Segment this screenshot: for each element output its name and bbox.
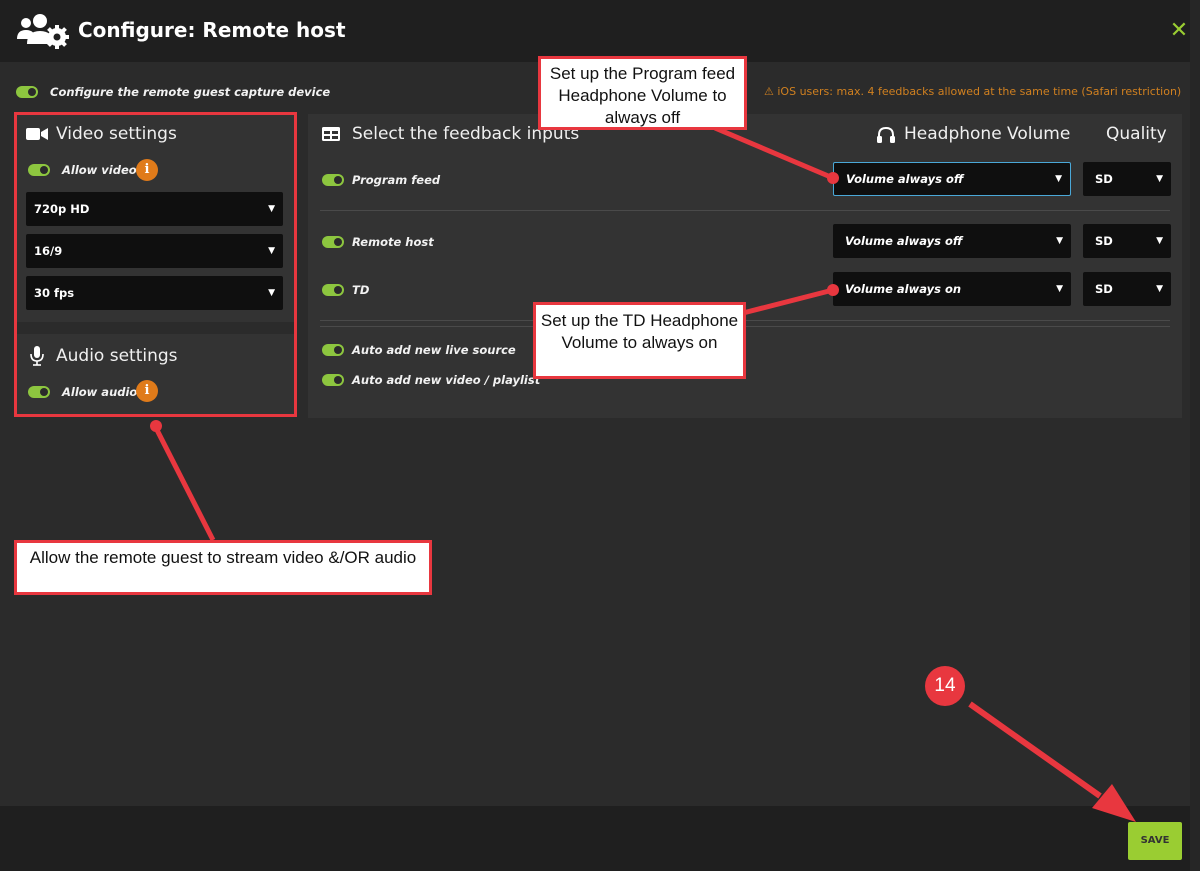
stream-callout: Allow the remote guest to stream video &…: [14, 540, 432, 595]
annotation-arrows: [150, 125, 1136, 822]
save-arrowhead: [1092, 784, 1136, 822]
step-number-badge: 14: [925, 666, 965, 706]
save-arrow-line: [968, 701, 1102, 799]
program-arrow-dot: [827, 172, 839, 184]
program-feed-callout: Set up the Program feed Headphone Volume…: [538, 56, 747, 130]
stream-arrow-dot: [150, 420, 162, 432]
td-arrow-line: [742, 287, 834, 316]
td-arrow-dot: [827, 284, 839, 296]
stream-arrow-line: [153, 426, 216, 542]
td-callout: Set up the TD Headphone Volume to always…: [533, 302, 746, 379]
program-arrow-line: [714, 125, 834, 181]
